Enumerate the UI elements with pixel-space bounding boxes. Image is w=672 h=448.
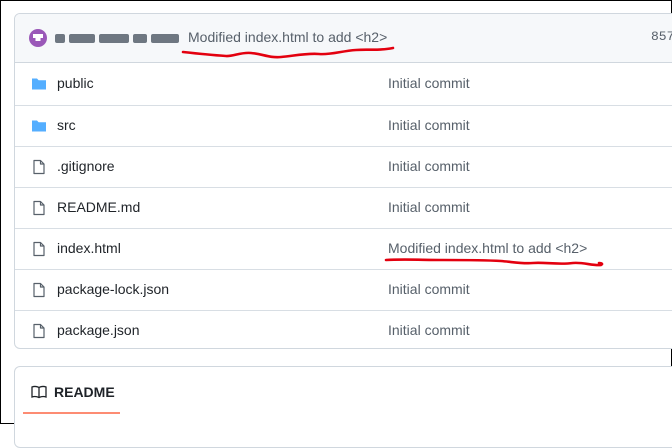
file-name-link[interactable]: index.html xyxy=(57,240,121,256)
readme-tab[interactable]: README xyxy=(54,384,115,400)
file-icon xyxy=(31,282,47,298)
file-commit-message-link[interactable]: Initial commit xyxy=(388,281,470,297)
file-row[interactable]: .gitignore Initial commit xyxy=(15,146,672,187)
file-row[interactable]: public Initial commit xyxy=(15,64,672,104)
file-row[interactable]: package-lock.json Initial commit xyxy=(15,269,672,310)
readme-tab-underline xyxy=(23,412,120,414)
file-commit-message-link[interactable]: Initial commit xyxy=(388,158,470,174)
file-row[interactable]: README.md Initial commit xyxy=(15,187,672,228)
commit-hash[interactable]: 857 xyxy=(651,29,672,44)
file-row[interactable]: package.json Initial commit xyxy=(15,310,672,348)
file-icon xyxy=(31,241,47,257)
file-name-link[interactable]: public xyxy=(57,75,94,91)
latest-commit-bar: Modified index.html to add <h2> 857 xyxy=(15,14,672,63)
book-icon xyxy=(31,385,47,399)
file-name-link[interactable]: src xyxy=(57,117,76,133)
file-name-link[interactable]: package.json xyxy=(57,322,140,338)
commit-author-redacted[interactable] xyxy=(55,30,181,46)
file-row[interactable]: index.html Modified index.html to add <h2… xyxy=(15,228,672,269)
file-commit-message-link[interactable]: Initial commit xyxy=(388,75,470,91)
file-row[interactable]: src Initial commit xyxy=(15,105,672,146)
author-avatar[interactable] xyxy=(29,29,47,47)
file-commit-message-link[interactable]: Initial commit xyxy=(388,322,470,338)
file-list: Modified index.html to add <h2> 857 publ… xyxy=(14,13,672,349)
folder-icon xyxy=(31,118,47,134)
file-icon xyxy=(31,323,47,339)
readme-panel: README xyxy=(14,366,672,448)
file-icon xyxy=(31,200,47,216)
avatar-glyph-icon xyxy=(33,34,43,41)
file-name-link[interactable]: package-lock.json xyxy=(57,281,169,297)
folder-icon xyxy=(31,76,47,92)
file-commit-message-link[interactable]: Initial commit xyxy=(388,117,470,133)
file-icon xyxy=(31,159,47,175)
file-commit-message-link[interactable]: Initial commit xyxy=(388,199,470,215)
file-name-link[interactable]: README.md xyxy=(57,199,140,215)
commit-message-link[interactable]: Modified index.html to add <h2> xyxy=(188,29,387,45)
file-name-link[interactable]: .gitignore xyxy=(57,158,115,174)
file-commit-message-link[interactable]: Modified index.html to add <h2> xyxy=(388,240,587,256)
